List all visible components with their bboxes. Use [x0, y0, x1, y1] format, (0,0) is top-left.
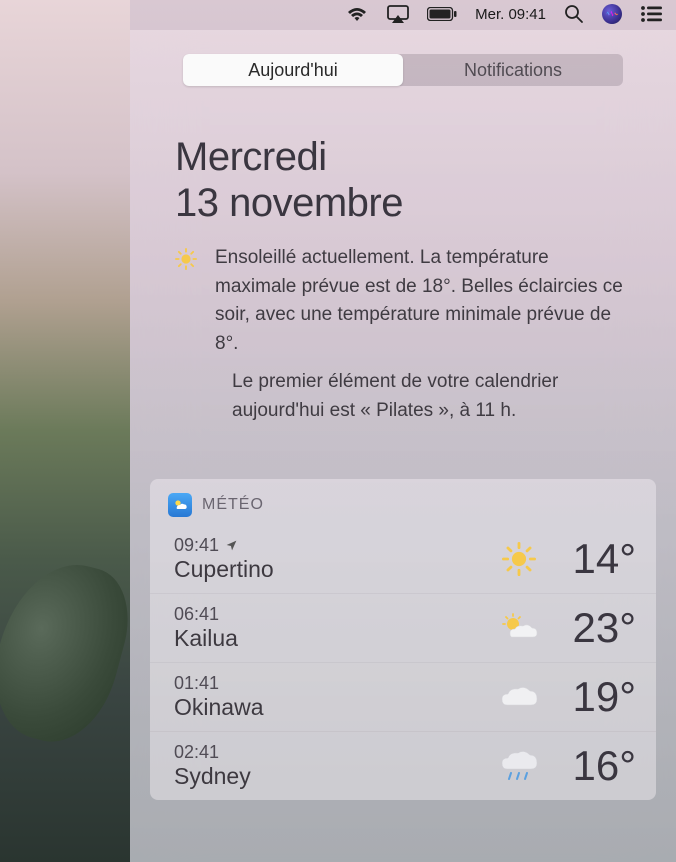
calendar-summary-text: Le premier élément de votre calendrier a… — [140, 368, 666, 425]
location-name: Sydney — [174, 763, 497, 790]
location-time: 02:41 — [174, 742, 497, 763]
location-name: Kailua — [174, 625, 497, 652]
weather-condition-icon — [497, 683, 541, 711]
tab-switcher: Aujourd'hui Notifications — [183, 54, 623, 86]
weather-location-row[interactable]: 02:41Sydney 16° — [150, 731, 656, 800]
location-name: Cupertino — [174, 556, 497, 583]
weather-locations-list: 09:41Cupertino 14° 06:41Kailua 23° 01:41Okin… — [150, 525, 656, 800]
location-temperature: 23° — [541, 604, 636, 652]
location-temperature: 19° — [541, 673, 636, 721]
notification-center-panel: Aujourd'hui Notifications Mercredi 13 no… — [130, 30, 676, 862]
location-time: 06:41 — [174, 604, 497, 625]
spotlight-icon[interactable] — [564, 4, 584, 24]
weather-summary-text: Ensoleillé actuellement. La température … — [215, 244, 631, 358]
date-weekday: Mercredi — [175, 134, 631, 180]
weather-location-row[interactable]: 09:41Cupertino 14° — [150, 525, 656, 593]
location-name: Okinawa — [174, 694, 497, 721]
sun-icon — [175, 244, 197, 358]
notification-center-icon[interactable] — [640, 6, 662, 22]
location-temperature: 14° — [541, 535, 636, 583]
location-time: 09:41 — [174, 535, 497, 556]
desktop-wallpaper — [0, 0, 130, 862]
tab-today[interactable]: Aujourd'hui — [183, 54, 403, 86]
weather-summary-row: Ensoleillé actuellement. La température … — [140, 244, 666, 368]
menubar: Mer. 09:41 — [0, 0, 676, 28]
location-temperature: 16° — [541, 742, 636, 790]
weather-location-row[interactable]: 01:41Okinawa 19° — [150, 662, 656, 731]
tab-notifications[interactable]: Notifications — [403, 54, 623, 86]
weather-app-icon — [168, 493, 192, 517]
location-time: 01:41 — [174, 673, 497, 694]
battery-icon[interactable] — [427, 7, 457, 21]
weather-condition-icon — [497, 613, 541, 643]
wifi-icon[interactable] — [345, 5, 369, 23]
weather-widget: MÉTÉO 09:41Cupertino 14° 06:41Kailua 23° 01:… — [150, 479, 656, 800]
weather-widget-header: MÉTÉO — [150, 479, 656, 525]
weather-condition-icon — [497, 542, 541, 576]
menubar-datetime[interactable]: Mer. 09:41 — [475, 6, 546, 23]
date-heading: Mercredi 13 novembre — [140, 134, 666, 244]
airplay-icon[interactable] — [387, 5, 409, 23]
date-day: 13 novembre — [175, 180, 631, 226]
weather-widget-title: MÉTÉO — [202, 496, 264, 514]
siri-icon[interactable] — [602, 4, 622, 24]
weather-location-row[interactable]: 06:41Kailua 23° — [150, 593, 656, 662]
weather-condition-icon — [497, 749, 541, 783]
